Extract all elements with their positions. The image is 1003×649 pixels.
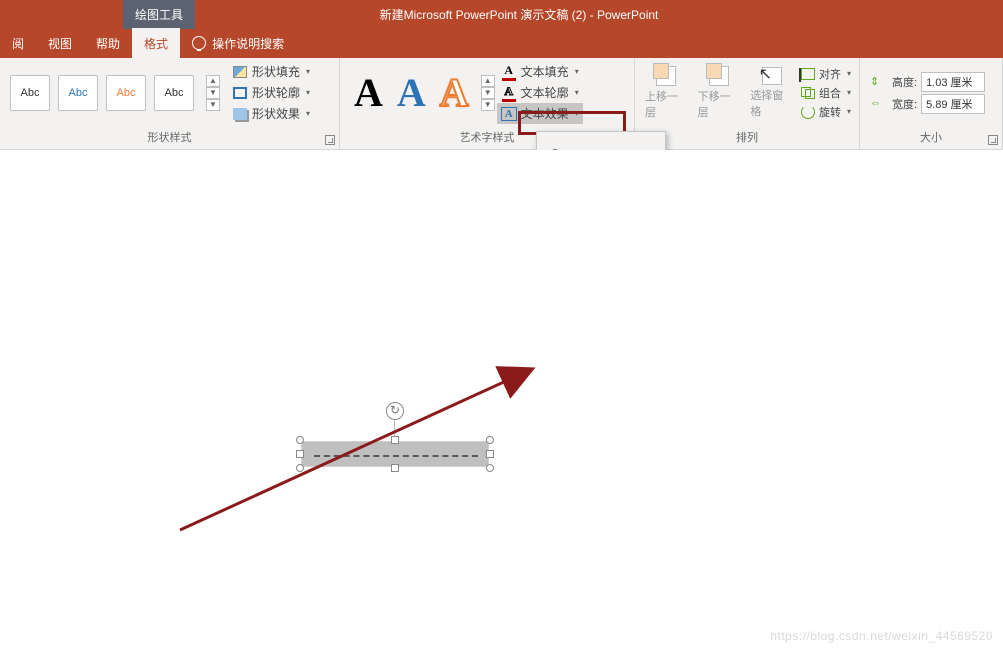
tab-format[interactable]: 格式 [132, 28, 180, 58]
resize-handle[interactable] [486, 464, 494, 472]
text-outline-button[interactable]: A文本轮廓▾ [497, 82, 583, 103]
shape-outline-button[interactable]: 形状轮廓▾ [230, 83, 312, 102]
resize-handle[interactable] [391, 464, 399, 472]
group-icon [801, 87, 815, 99]
wordart-preset-2[interactable]: A [397, 73, 426, 113]
text-effects-button[interactable]: A文本效果▾ [497, 103, 583, 124]
resize-handle[interactable] [296, 464, 304, 472]
text-fill-icon: A [502, 63, 516, 81]
group-button[interactable]: 组合▾ [799, 84, 853, 102]
dashed-line-icon [314, 455, 478, 457]
height-icon: ⇕ [870, 75, 888, 89]
resize-handle[interactable] [486, 436, 494, 444]
effects-icon [233, 108, 247, 120]
gallery-down-icon[interactable]: ▼ [206, 87, 220, 99]
selection-pane-button[interactable]: 选择窗格 [746, 63, 797, 123]
group-size: ⇕ 高度: ⇔ 宽度: 大小 [860, 58, 1003, 149]
selection-pane-icon [762, 67, 782, 85]
width-label: 宽度: [892, 96, 917, 112]
shape-fill-button[interactable]: 形状填充▾ [230, 62, 312, 81]
bring-forward-icon [656, 66, 676, 86]
send-backward-icon [709, 66, 729, 86]
resize-handle[interactable] [486, 450, 494, 458]
bring-forward-button[interactable]: 上移一层 [641, 62, 692, 124]
dialog-launcher-icon[interactable] [988, 135, 998, 145]
group-arrange: 上移一层 下移一层 选择窗格 对齐▾ 组合▾ 旋转▾ 排列 [635, 58, 860, 149]
ribbon-tabs: 阅 视图 帮助 格式 操作说明搜索 [0, 28, 1003, 58]
rotation-handle[interactable] [386, 402, 404, 420]
align-button[interactable]: 对齐▾ [799, 65, 853, 83]
gallery-more-icon[interactable]: ▼ [481, 99, 495, 111]
tell-me[interactable]: 操作说明搜索 [180, 28, 296, 58]
group-label: 形状样式 [148, 132, 192, 144]
gallery-down-icon[interactable]: ▼ [481, 87, 495, 99]
resize-handle[interactable] [296, 450, 304, 458]
text-outline-icon: A [502, 84, 516, 102]
group-shape-styles: Abc Abc Abc Abc ▲ ▼ ▼ 形状填充▾ 形状轮廓▾ 形状效果▾ … [0, 58, 340, 149]
selected-shape[interactable] [300, 440, 490, 468]
wordart-gallery-expand[interactable]: ▲ ▼ ▼ [481, 75, 495, 111]
wordart-preset-3[interactable]: A [440, 73, 469, 113]
outline-icon [233, 87, 247, 99]
title-bar: 绘图工具 新建Microsoft PowerPoint 演示文稿 (2) - P… [0, 0, 1003, 28]
height-row: ⇕ 高度: [870, 72, 985, 92]
height-label: 高度: [892, 74, 917, 90]
gallery-up-icon[interactable]: ▲ [206, 75, 220, 87]
style-preset-4[interactable]: Abc [154, 75, 194, 111]
resize-handle[interactable] [296, 436, 304, 444]
align-icon [801, 68, 815, 80]
height-input[interactable] [921, 72, 985, 92]
tab-review[interactable]: 阅 [0, 28, 36, 58]
group-label: 艺术字样式 [460, 132, 515, 144]
tell-me-label: 操作说明搜索 [212, 35, 284, 52]
gallery-expand[interactable]: ▲ ▼ ▼ [206, 75, 220, 111]
tab-view[interactable]: 视图 [36, 28, 84, 58]
style-preset-2[interactable]: Abc [58, 75, 98, 111]
text-fill-button[interactable]: A文本填充▾ [497, 61, 583, 82]
shape-style-gallery[interactable]: Abc Abc Abc Abc ▲ ▼ ▼ [6, 75, 224, 111]
rotate-icon [801, 105, 815, 119]
width-icon: ⇔ [870, 97, 888, 111]
wordart-gallery[interactable]: A A A [346, 73, 477, 113]
send-backward-button[interactable]: 下移一层 [694, 62, 745, 124]
group-label: 大小 [920, 132, 942, 144]
style-preset-3[interactable]: Abc [106, 75, 146, 111]
width-input[interactable] [921, 94, 985, 114]
ribbon: Abc Abc Abc Abc ▲ ▼ ▼ 形状填充▾ 形状轮廓▾ 形状效果▾ … [0, 58, 1003, 150]
tab-help[interactable]: 帮助 [84, 28, 132, 58]
gallery-up-icon[interactable]: ▲ [481, 75, 495, 87]
rotate-button[interactable]: 旋转▾ [799, 103, 853, 121]
wordart-preset-1[interactable]: A [354, 73, 383, 113]
slide-canvas[interactable] [0, 150, 1003, 649]
group-label: 排列 [736, 132, 758, 144]
dialog-launcher-icon[interactable] [325, 135, 335, 145]
style-preset-1[interactable]: Abc [10, 75, 50, 111]
resize-handle[interactable] [391, 436, 399, 444]
fill-icon [233, 66, 247, 78]
lightbulb-icon [192, 36, 206, 50]
contextual-tab-label: 绘图工具 [123, 0, 195, 29]
width-row: ⇔ 宽度: [870, 94, 985, 114]
text-effects-icon: A [501, 107, 517, 121]
shape-effects-button[interactable]: 形状效果▾ [230, 104, 312, 123]
gallery-more-icon[interactable]: ▼ [206, 99, 220, 111]
window-title: 新建Microsoft PowerPoint 演示文稿 (2) - PowerP… [195, 6, 1003, 23]
